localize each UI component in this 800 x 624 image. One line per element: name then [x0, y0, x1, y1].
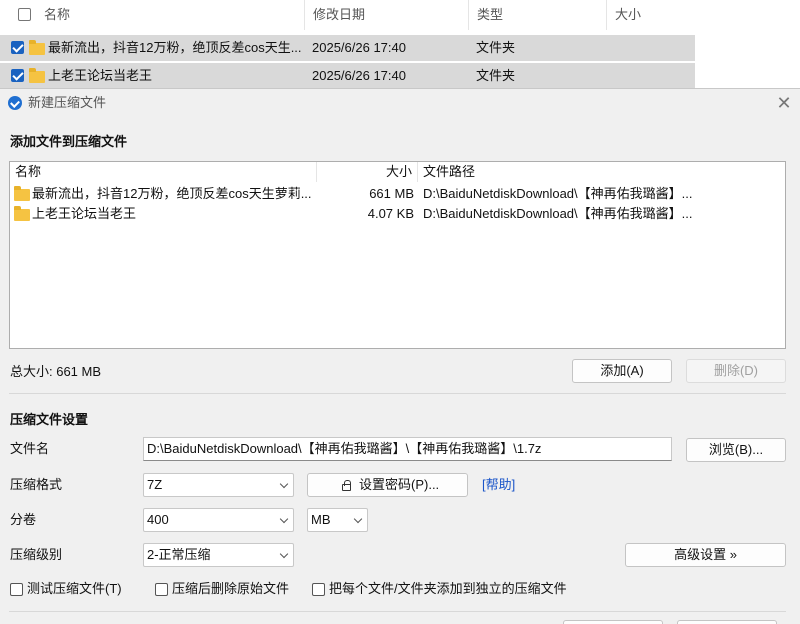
explorer-row[interactable]: 上老王论坛当老王 2025/6/26 17:40 文件夹 — [0, 63, 695, 89]
list-column-size[interactable]: 大小 — [316, 162, 416, 182]
file-list[interactable]: 名称 大小 文件路径 最新流出，抖音12万粉，绝顶反差cos天生萝莉... 66… — [9, 161, 786, 349]
chevron-down-icon — [279, 479, 289, 489]
ok-button[interactable] — [563, 620, 663, 624]
chevron-down-icon — [279, 549, 289, 559]
delete-button[interactable]: 删除(D) — [686, 359, 786, 383]
divider — [9, 393, 786, 394]
help-link[interactable]: [帮助] — [482, 475, 515, 495]
dialog-titlebar[interactable]: 新建压缩文件 ✕ — [0, 89, 800, 117]
row-name: 上老王论坛当老王 — [48, 68, 153, 83]
level-label: 压缩级别 — [10, 547, 63, 562]
test-archive-label[interactable]: 测试压缩文件(T) — [27, 579, 122, 599]
folder-icon — [29, 40, 45, 55]
sort-up-icon: ⌃ — [156, 0, 164, 5]
list-item[interactable]: 上老王论坛当老王 4.07 KB D:\BaiduNetdiskDownload… — [10, 204, 785, 224]
folder-icon — [14, 206, 30, 221]
browse-button[interactable]: 浏览(B)... — [686, 438, 786, 462]
cancel-button[interactable] — [677, 620, 777, 624]
column-type[interactable]: 类型 — [468, 0, 606, 30]
list-column-path[interactable]: 文件路径 — [417, 162, 717, 182]
chevron-down-icon — [279, 514, 289, 524]
format-select[interactable]: 7Z — [143, 473, 294, 497]
folder-icon — [29, 68, 45, 83]
filename-label: 文件名 — [10, 441, 50, 456]
column-size[interactable]: 大小 — [606, 0, 698, 30]
close-icon[interactable]: ✕ — [772, 91, 796, 115]
add-section-title: 添加文件到压缩文件 — [10, 134, 128, 149]
advanced-settings-button[interactable]: 高级设置 » — [625, 543, 786, 567]
split-size-select[interactable]: 400 — [143, 508, 294, 532]
separate-archives-label[interactable]: 把每个文件/文件夹添加到独立的压缩文件 — [329, 579, 567, 599]
row-modified: 2025/6/26 17:40 — [312, 40, 406, 55]
row-name: 最新流出，抖音12万粉，绝顶反差cos天生... — [48, 40, 302, 55]
row-modified: 2025/6/26 17:40 — [312, 68, 406, 83]
column-modified[interactable]: 修改日期 — [304, 0, 468, 30]
level-select[interactable]: 2-正常压缩 — [143, 543, 294, 567]
file-explorer: 名称 ⌃ 修改日期 类型 大小 最新流出，抖音12万粉，绝顶反差cos天生...… — [0, 0, 800, 90]
column-name[interactable]: 名称 — [36, 0, 304, 30]
settings-section-title: 压缩文件设置 — [10, 412, 89, 427]
separate-archives-checkbox[interactable] — [312, 583, 325, 596]
add-button[interactable]: 添加(A) — [572, 359, 672, 383]
row-type: 文件夹 — [476, 40, 516, 55]
explorer-header: 名称 ⌃ 修改日期 类型 大小 — [0, 0, 700, 30]
file-size: 4.07 KB — [367, 206, 414, 221]
total-size: 总大小: 661 MB — [10, 364, 102, 379]
row-checkbox[interactable] — [11, 41, 24, 54]
list-column-name[interactable]: 名称 — [15, 162, 315, 182]
file-name: 最新流出，抖音12万粉，绝顶反差cos天生萝莉... — [32, 186, 312, 201]
divider — [9, 611, 786, 612]
split-unit-value: MB — [311, 512, 331, 527]
delete-after-checkbox[interactable] — [155, 583, 168, 596]
split-unit-select[interactable]: MB — [307, 508, 368, 532]
split-size-value: 400 — [147, 512, 169, 527]
set-password-label: 设置密码(P)... — [359, 477, 440, 492]
chevron-down-icon — [353, 514, 363, 524]
select-all-checkbox[interactable] — [18, 8, 31, 21]
file-path: D:\BaiduNetdiskDownload\【神再佑我璐酱】... — [423, 206, 693, 221]
dialog-title: 新建压缩文件 — [28, 95, 107, 110]
row-type: 文件夹 — [476, 68, 516, 83]
split-label: 分卷 — [10, 512, 37, 527]
app-icon — [8, 96, 22, 110]
set-password-button[interactable]: 设置密码(P)... — [307, 473, 468, 497]
row-checkbox[interactable] — [11, 69, 24, 82]
explorer-row[interactable]: 最新流出，抖音12万粉，绝顶反差cos天生... 2025/6/26 17:40… — [0, 35, 695, 61]
new-archive-dialog: 新建压缩文件 ✕ 添加文件到压缩文件 名称 大小 文件路径 最新流出，抖音12万… — [0, 88, 800, 624]
format-label: 压缩格式 — [10, 477, 63, 492]
file-name: 上老王论坛当老王 — [32, 206, 137, 221]
delete-after-label[interactable]: 压缩后删除原始文件 — [172, 579, 289, 599]
filename-input[interactable]: D:\BaiduNetdiskDownload\【神再佑我璐酱】\【神再佑我璐酱… — [143, 437, 672, 461]
list-item[interactable]: 最新流出，抖音12万粉，绝顶反差cos天生萝莉... 661 MB D:\Bai… — [10, 184, 785, 204]
file-size: 661 MB — [369, 186, 414, 201]
test-archive-checkbox[interactable] — [10, 583, 23, 596]
format-value: 7Z — [147, 477, 163, 492]
file-path: D:\BaiduNetdiskDownload\【神再佑我璐酱】... — [423, 186, 693, 201]
folder-icon — [14, 186, 30, 201]
level-value: 2-正常压缩 — [147, 547, 211, 562]
lock-icon — [342, 480, 351, 491]
